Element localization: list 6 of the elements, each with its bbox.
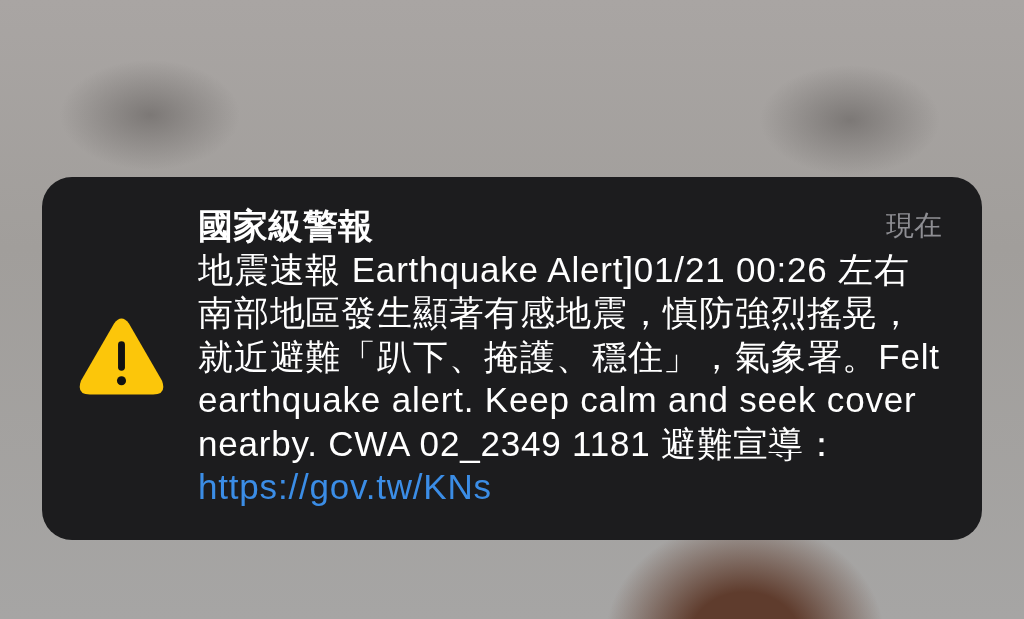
info-link[interactable]: https://gov.tw/KNs	[198, 465, 492, 509]
alert-message: 地震速報 Earthquake Alert]01/21 00:26 左右南部地區發生顯著有感地震，慎防強烈搖晃，就近避難「趴下、掩護、穩住」，氣象署。Felt earthquake alert. Keep calm and seek cover nearby. CWA 02_2349 1181 避難宣導： https://gov.tw/KNs	[198, 247, 942, 509]
alert-notification[interactable]: 國家級警報 現在 地震速報 Earthquake Alert]01/21 00:26 左右南部地區發生顯著有感地震，慎防強烈搖晃，就近避難「趴下、掩護、穩住」，氣象署。Felt earthquake alert. Keep calm and seek cover nearby. CWA 02_2349 1181 避難宣導： https://gov.tw/KNs	[42, 177, 982, 540]
alert-title: 國家級警報	[198, 205, 373, 247]
alert-time: 現在	[886, 209, 942, 243]
warning-triangle-icon	[78, 317, 165, 396]
